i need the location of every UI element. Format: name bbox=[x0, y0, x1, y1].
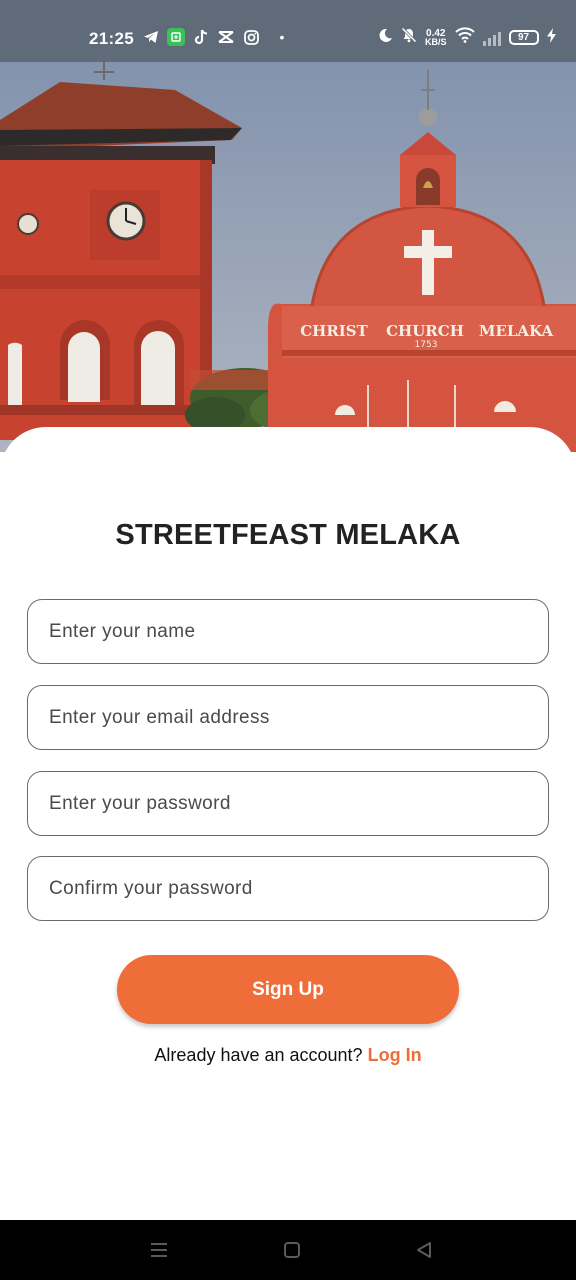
capcut-icon bbox=[217, 28, 235, 46]
sign-year: 1753 bbox=[415, 340, 438, 350]
instagram-icon bbox=[242, 28, 260, 46]
status-time: 21:25 bbox=[89, 29, 134, 48]
password-input[interactable] bbox=[49, 792, 548, 815]
log-in-link[interactable]: Log In bbox=[368, 1045, 422, 1065]
hero-image: CHRIST CHURCH MELAKA 1753 bbox=[0, 62, 576, 452]
sign-melaka: MELAKA bbox=[479, 322, 554, 340]
net-speed-unit: KB/S bbox=[425, 36, 447, 47]
green-app-icon bbox=[167, 28, 185, 46]
system-icons: 0.42 KB/S 97 bbox=[378, 27, 556, 48]
telegram-icon bbox=[142, 28, 160, 46]
charging-icon bbox=[546, 27, 556, 48]
confirm-password-input[interactable] bbox=[49, 877, 548, 900]
tiktok-icon bbox=[192, 28, 210, 46]
sign-church: CHURCH bbox=[386, 322, 464, 340]
sign-christ: CHRIST bbox=[300, 322, 368, 340]
menu-icon[interactable] bbox=[147, 1238, 171, 1262]
name-input[interactable] bbox=[49, 620, 548, 643]
home-square-icon[interactable] bbox=[280, 1238, 304, 1262]
email-input[interactable] bbox=[49, 706, 548, 729]
bell-muted-icon bbox=[401, 27, 417, 48]
login-prompt-line: Already have an account? Log In bbox=[0, 1045, 576, 1066]
status-bar: 21:25 • 0.42 KB/S 97 bbox=[0, 0, 576, 62]
navigation-bar bbox=[0, 1220, 576, 1280]
sign-up-button[interactable]: Sign Up bbox=[117, 955, 459, 1024]
back-triangle-icon[interactable] bbox=[412, 1238, 436, 1262]
password-field[interactable] bbox=[27, 771, 549, 836]
name-field[interactable] bbox=[27, 599, 549, 664]
christ-church-illustration: CHRIST CHURCH MELAKA 1753 bbox=[0, 62, 576, 452]
confirm-password-field[interactable] bbox=[27, 856, 549, 921]
net-speed: 0.42 KB/S bbox=[425, 28, 447, 47]
login-prompt-text: Already have an account? bbox=[154, 1045, 363, 1065]
battery-icon: 97 bbox=[508, 30, 539, 45]
signal-icon bbox=[482, 30, 501, 46]
email-field[interactable] bbox=[27, 685, 549, 750]
more-dot-icon: • bbox=[279, 29, 285, 45]
wifi-icon bbox=[454, 27, 475, 48]
moon-icon bbox=[378, 28, 393, 48]
app-title: STREETFEAST MELAKA bbox=[115, 519, 461, 551]
notification-icons: • bbox=[142, 28, 291, 46]
